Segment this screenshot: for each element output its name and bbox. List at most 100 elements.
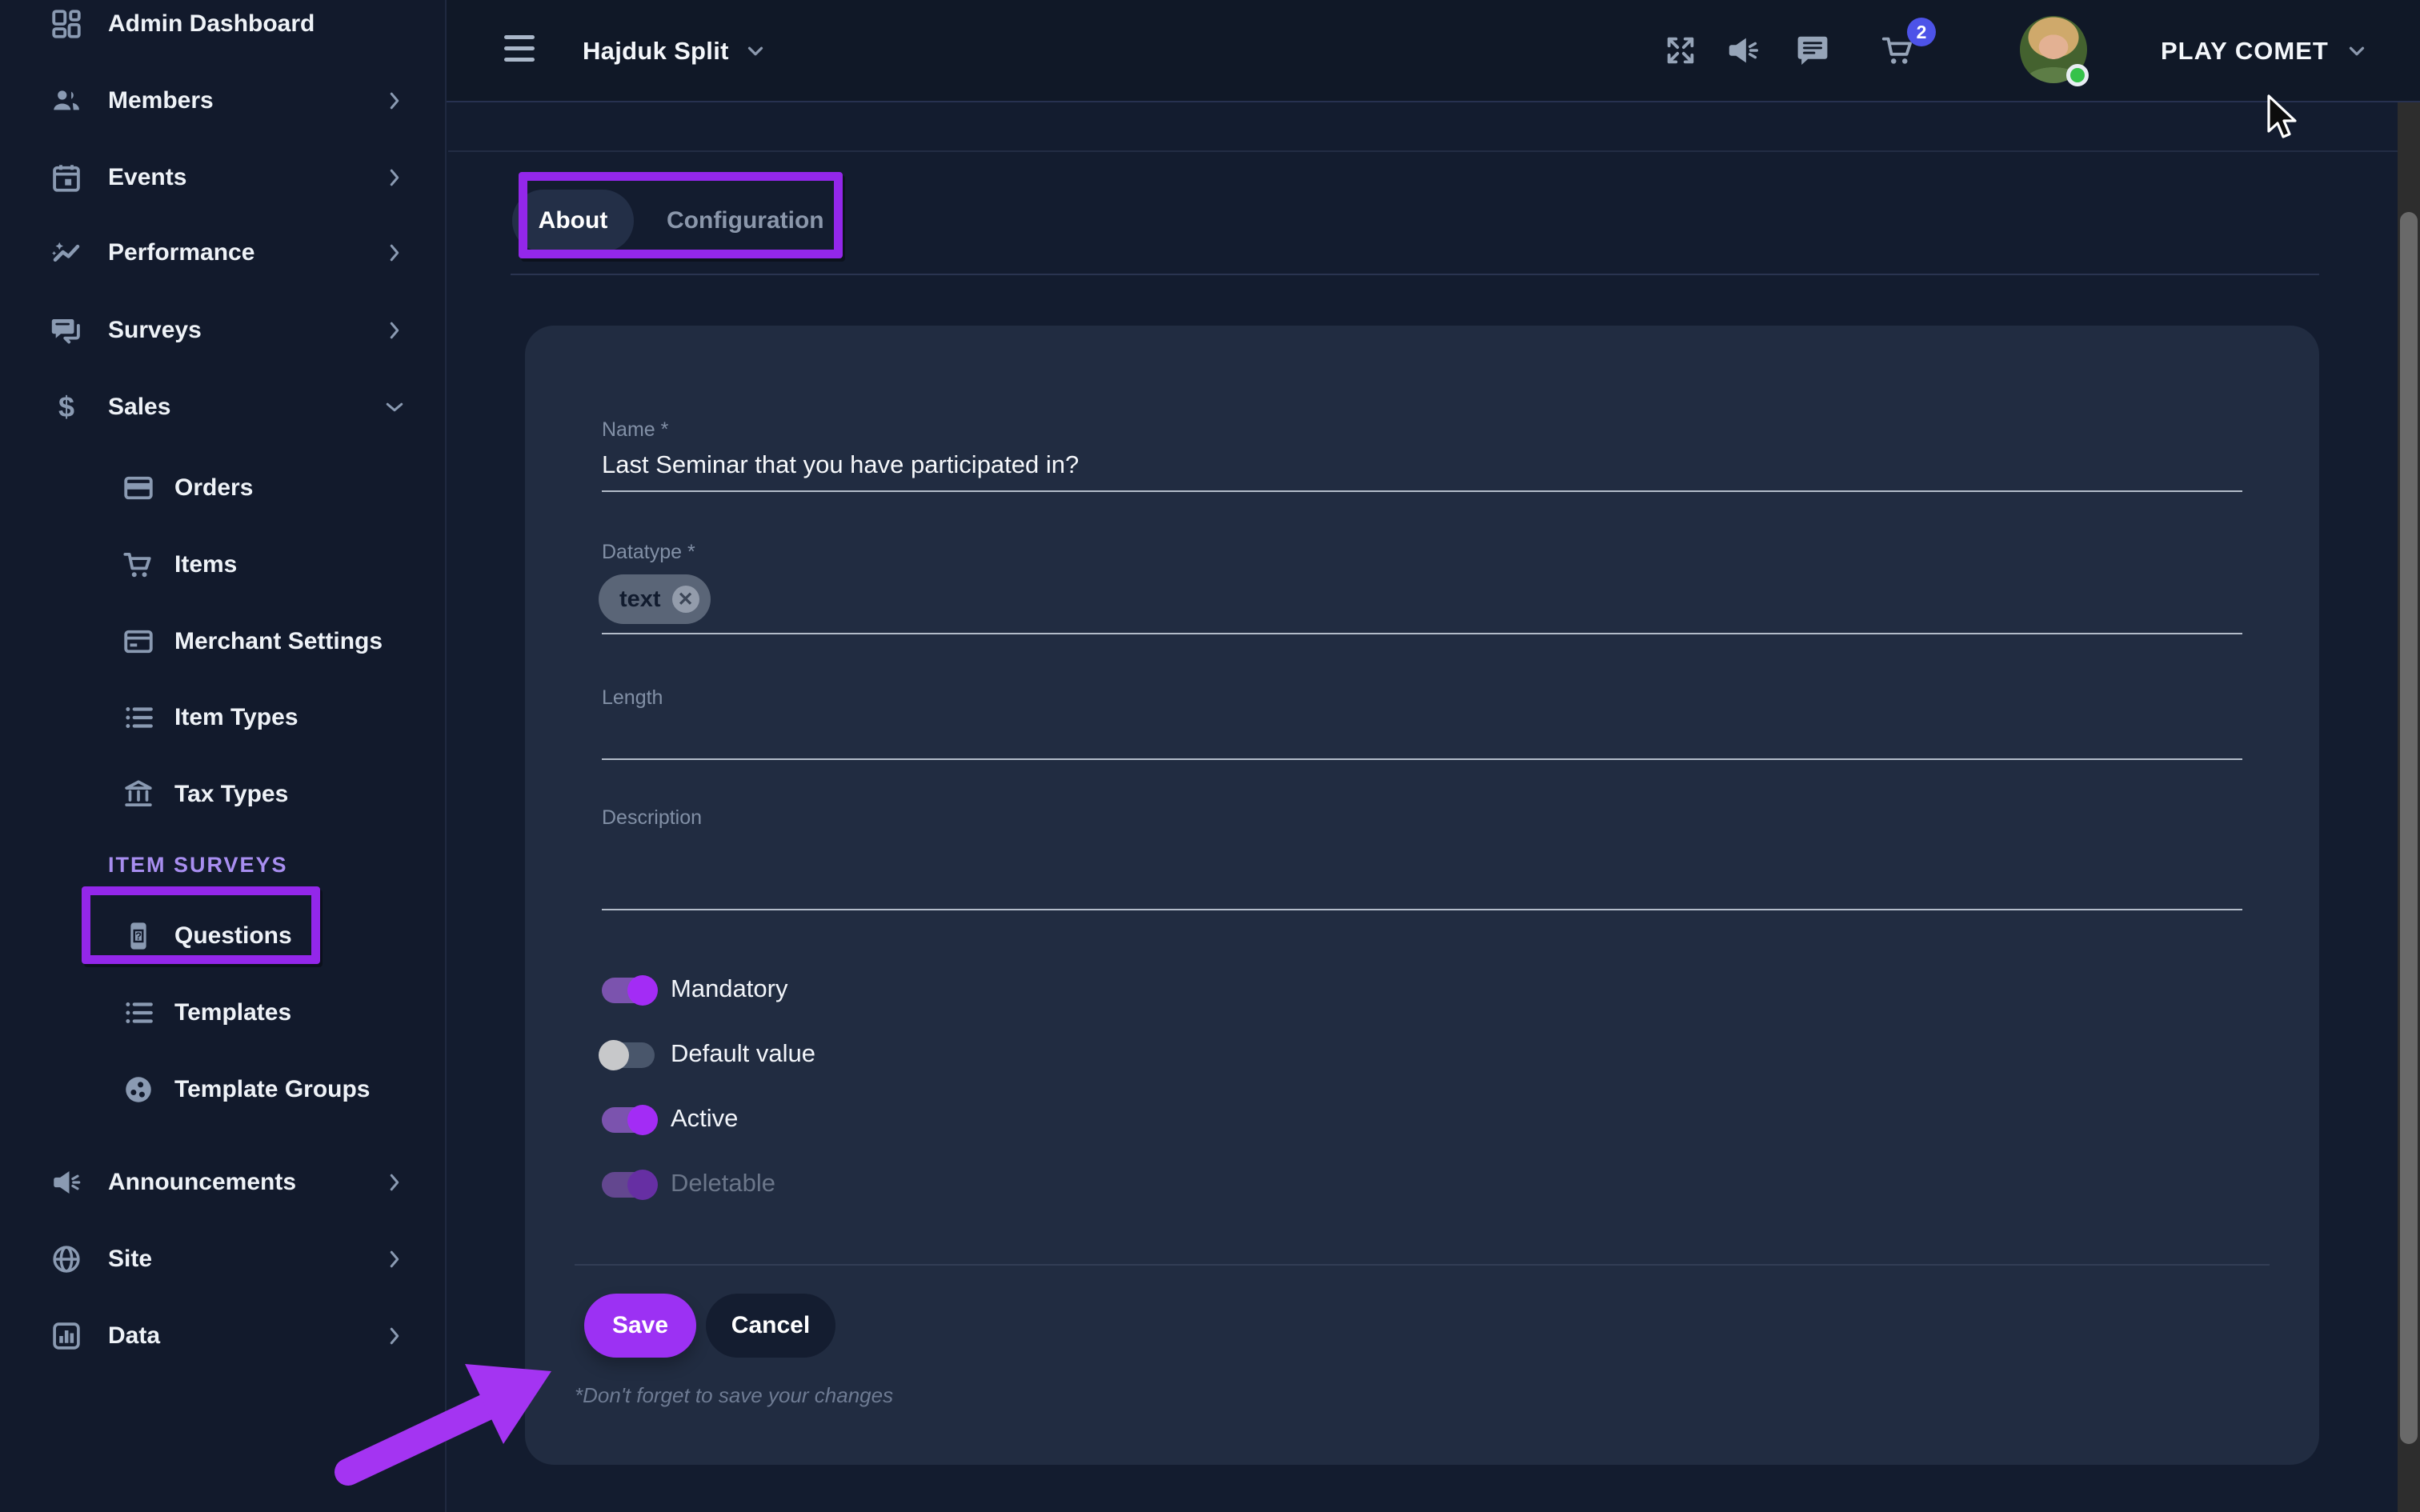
active-toggle[interactable] (602, 1107, 655, 1133)
sidebar-item-performance[interactable]: Performance (0, 229, 445, 277)
chevron-down-icon (2345, 39, 2369, 63)
chevron-down-icon (383, 395, 407, 419)
sidebar-item-tax-types[interactable]: Tax Types (0, 770, 445, 818)
scrollbar-track[interactable] (2398, 102, 2420, 1512)
sidebar-item-label: Questions (174, 922, 292, 950)
active-toggle-label: Active (671, 1104, 738, 1133)
save-reminder-note: *Don't forget to save your changes (575, 1383, 893, 1408)
sidebar-item-events[interactable]: Events (0, 154, 445, 202)
sidebar-item-admin-dashboard[interactable]: Admin Dashboard (0, 0, 445, 48)
name-field-value[interactable]: Last Seminar that you have participated … (602, 450, 1079, 479)
sidebar-item-items[interactable]: Items (0, 541, 445, 589)
surveys-icon (50, 314, 83, 347)
default-value-toggle[interactable] (602, 1042, 655, 1068)
length-field-label: Length (602, 686, 663, 710)
toggle-knob (599, 1040, 629, 1070)
chevron-right-icon (383, 89, 407, 113)
svg-text:?: ? (135, 930, 142, 942)
sidebar-item-data[interactable]: Data (0, 1312, 445, 1360)
performance-icon (50, 236, 83, 270)
tab-configuration[interactable]: Configuration (667, 190, 824, 252)
credit-card-icon (122, 471, 155, 505)
members-icon (50, 84, 83, 118)
sidebar-item-template-groups[interactable]: Template Groups (0, 1066, 445, 1114)
question-phone-icon: ? (122, 919, 155, 953)
mandatory-toggle[interactable] (602, 978, 655, 1003)
sidebar-item-label: Performance (108, 239, 254, 266)
megaphone-icon (1725, 32, 1761, 69)
toggle-knob (627, 1170, 658, 1200)
sidebar-item-label: Template Groups (174, 1076, 370, 1103)
team-switcher[interactable]: Hajduk Split (583, 0, 767, 102)
sidebar-item-label: Events (108, 164, 186, 191)
sidebar-item-announcements[interactable]: Announcements (0, 1158, 445, 1206)
name-field-label: Name * (602, 418, 668, 442)
form-divider (575, 1264, 2270, 1266)
sidebar-item-label: Orders (174, 474, 253, 502)
hamburger-icon (504, 35, 535, 39)
sidebar-item-label: Announcements (108, 1169, 296, 1196)
toggle-knob (627, 975, 658, 1006)
default-value-toggle-row: Default value (525, 1040, 2319, 1070)
account-menu[interactable]: PLAY COMET (2161, 0, 2369, 102)
sidebar-item-orders[interactable]: Orders (0, 464, 445, 512)
sidebar-item-site[interactable]: Site (0, 1235, 445, 1283)
megaphone-icon (50, 1166, 83, 1199)
chevron-right-icon (383, 166, 407, 190)
globe-icon (50, 1242, 83, 1276)
name-field-underline (602, 490, 2242, 492)
active-toggle-row: Active (525, 1105, 2319, 1135)
length-field-underline (602, 758, 2242, 760)
description-field-underline (602, 909, 2242, 910)
tab-configuration-label: Configuration (667, 207, 824, 234)
sidebar-item-members[interactable]: Members (0, 77, 445, 125)
dollar-icon: $ (50, 390, 83, 424)
sidebar-item-surveys[interactable]: Surveys (0, 306, 445, 354)
sidebar-item-templates[interactable]: Templates (0, 989, 445, 1037)
sidebar-item-sales[interactable]: $ Sales (0, 383, 445, 431)
chip-remove-button[interactable]: ✕ (672, 586, 699, 613)
sidebar-item-label: Item Types (174, 704, 298, 731)
sidebar-item-label: Templates (174, 999, 291, 1026)
cancel-button[interactable]: Cancel (706, 1294, 835, 1358)
scrollbar-thumb[interactable] (2400, 212, 2418, 1444)
sidebar-item-label: Items (174, 551, 237, 578)
question-form-card: Name * Last Seminar that you have partic… (525, 326, 2319, 1465)
sidebar-item-label: Data (108, 1322, 160, 1350)
chevron-down-icon (743, 39, 767, 63)
save-button[interactable]: Save (584, 1294, 696, 1358)
datatype-chip-label: text (619, 586, 661, 613)
mandatory-toggle-row: Mandatory (525, 975, 2319, 1006)
bank-icon (122, 778, 155, 811)
chevron-right-icon (383, 1247, 407, 1271)
account-name: PLAY COMET (2161, 37, 2329, 66)
messages-button[interactable] (1794, 32, 1831, 69)
calendar-icon (50, 161, 83, 194)
list-icon (122, 701, 155, 734)
toggle-knob (627, 1105, 658, 1135)
cart-count-badge: 2 (1907, 18, 1936, 46)
announcements-button[interactable] (1725, 32, 1761, 69)
sidebar-item-merchant-settings[interactable]: Merchant Settings (0, 618, 445, 666)
sidebar-item-item-types[interactable]: Item Types (0, 694, 445, 742)
sidebar-section-item-surveys: ITEM SURVEYS (108, 853, 288, 878)
datatype-chip: text ✕ (599, 574, 711, 624)
sidebar-item-label: Surveys (108, 317, 202, 344)
sidebar-item-label: Site (108, 1246, 152, 1273)
dashboard-icon (50, 7, 83, 41)
group-circle-icon (122, 1073, 155, 1106)
sidebar-item-label: Tax Types (174, 781, 288, 808)
list-icon (122, 996, 155, 1030)
app-root: Hajduk Split 2 PLAY COMET (0, 0, 2420, 1512)
chevron-right-icon (383, 1324, 407, 1348)
wallet-icon (122, 625, 155, 658)
sidebar-item-questions[interactable]: ? Questions (0, 912, 445, 960)
fullscreen-button[interactable] (1662, 32, 1699, 69)
header-divider (448, 150, 2420, 152)
chevron-right-icon (383, 1170, 407, 1194)
tab-about[interactable]: About (512, 190, 634, 252)
chevron-right-icon (383, 318, 407, 342)
description-field-label: Description (602, 806, 702, 830)
menu-toggle-button[interactable] (504, 35, 536, 66)
fullscreen-icon (1662, 32, 1699, 69)
